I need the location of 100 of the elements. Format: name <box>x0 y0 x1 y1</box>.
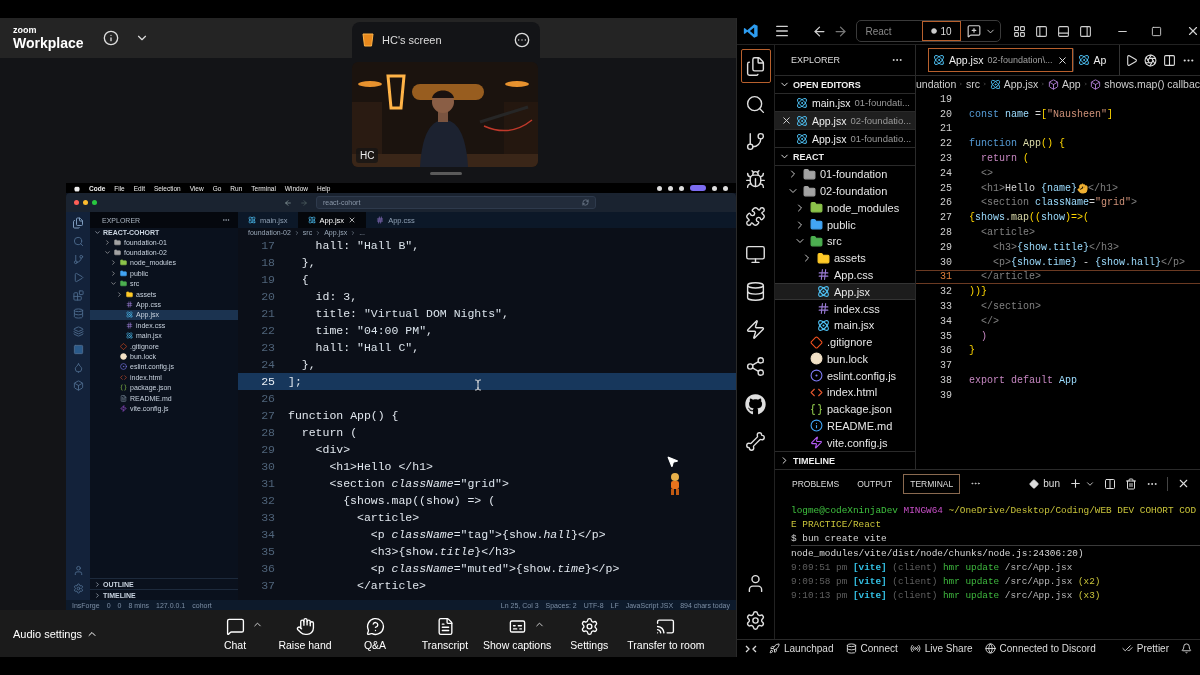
tree-item[interactable]: index.css <box>775 300 915 317</box>
code-line: return ( <box>980 153 1030 165</box>
toolbar-button[interactable]: Transfer to room <box>624 616 708 651</box>
line-number: 19 <box>939 93 952 105</box>
line-number: 25 <box>260 375 275 388</box>
section-header[interactable]: OPEN EDITORS <box>775 76 915 94</box>
code-line: }, <box>300 256 316 269</box>
breadcrumb-item[interactable]: src <box>966 78 980 90</box>
status-item[interactable]: Live Share <box>909 643 973 654</box>
status-item[interactable]: Prettier <box>1121 643 1169 654</box>
tree-item[interactable]: vite.config.js <box>775 434 915 451</box>
tree-item[interactable]: main.jsx <box>775 316 915 334</box>
toolbar-button[interactable]: Q&A <box>340 616 410 651</box>
line-number: 24 <box>939 167 952 179</box>
line-number: 35 <box>939 330 952 342</box>
code-line: <p className="tag">{show.hall}</p> <box>369 528 606 541</box>
open-editor-item[interactable]: App.jsx 01-foundatio... <box>775 130 915 148</box>
code-line: <article> <box>356 511 420 524</box>
code-line: hall: "Hall C", <box>314 341 420 354</box>
file-name: App.jsx <box>812 132 847 145</box>
toolbar-button[interactable]: Show captions <box>480 616 555 651</box>
line-number: 37 <box>260 579 275 592</box>
line-number: 30 <box>939 256 952 268</box>
tree-item[interactable]: eslint.config.js <box>775 367 915 384</box>
line-number: 17 <box>260 239 275 252</box>
file-path: 02-foundatio... <box>850 115 912 126</box>
line-number: 20 <box>260 290 275 303</box>
code-line: ) <box>980 330 987 342</box>
line-number: 28 <box>939 227 952 239</box>
tree-item[interactable]: assets <box>775 249 915 267</box>
code-line: time: "04:00 PM", <box>314 324 433 337</box>
tree-item[interactable]: .gitignore <box>775 333 915 351</box>
toolbar-button[interactable]: Raise hand <box>270 616 340 651</box>
audio-settings-button[interactable]: Audio settings <box>0 626 200 641</box>
code-line: id: 3, <box>314 290 358 303</box>
open-editor-item[interactable]: App.jsx 02-foundatio... <box>775 112 915 130</box>
tree-item[interactable]: 01-foundation <box>775 166 915 183</box>
code-line: <section className="grid"> <box>980 197 1138 209</box>
editor-tab[interactable]: Ap <box>1072 48 1112 72</box>
share-tab[interactable]: HC's screen <box>352 22 540 58</box>
status-item[interactable]: Connect <box>845 643 898 654</box>
line-number: 31 <box>260 477 275 490</box>
toolbar-button[interactable]: Transcript <box>410 616 480 651</box>
code-line: {shows.map((show) => ( <box>342 494 496 507</box>
line-number: 21 <box>260 307 275 320</box>
line-number: 21 <box>939 123 952 135</box>
tree-item[interactable]: bun.lock <box>775 350 915 368</box>
terminal-line: 9:09:58 pm [vite] (client) hmr update /src/App.jsx (x2) <box>791 575 1101 587</box>
code-line: export default App <box>969 375 1078 387</box>
toolbar-button[interactable]: Chat <box>200 616 270 651</box>
panel-title: EXPLORER <box>791 55 841 65</box>
code-line: <article> <box>980 227 1035 239</box>
tree-item[interactable]: README.md <box>775 417 915 435</box>
toolbar-button[interactable]: Settings <box>554 616 625 651</box>
editor-tab[interactable]: App.jsx 02-foundation\... <box>928 48 1073 72</box>
terminal-line: $ bun create vite <box>791 532 887 544</box>
breadcrumb-item[interactable]: undation <box>916 78 957 90</box>
code-line: <p>{show.time} - {show.hall}</p> <box>992 256 1186 268</box>
line-number: 26 <box>939 197 952 209</box>
tree-item[interactable]: App.css <box>775 266 915 284</box>
line-number: 35 <box>260 545 275 558</box>
line-number: 22 <box>260 324 275 337</box>
terminal-selector[interactable]: bun <box>1029 478 1060 489</box>
changes-badge[interactable]: 10 <box>921 21 961 41</box>
line-number: 25 <box>939 182 952 194</box>
section-header[interactable]: REACT <box>775 148 915 166</box>
breadcrumb-item[interactable]: App <box>1047 78 1081 90</box>
line-number: 33 <box>260 511 275 524</box>
code-line: </article> <box>356 579 427 592</box>
panel-tab[interactable]: TERMINAL <box>903 473 961 494</box>
code-line: <h1>Hello </h1> <box>328 460 433 473</box>
tree-item[interactable]: 02-foundation <box>775 182 915 200</box>
code-line: <p className="muted">{show.time}</p> <box>369 562 620 575</box>
search-field[interactable]: React <box>857 25 922 37</box>
tree-item[interactable]: src <box>775 233 915 250</box>
tree-item[interactable]: package.json <box>775 400 915 418</box>
breadcrumb-item[interactable]: shows.map() callbac <box>1090 78 1200 90</box>
panel-tab[interactable]: OUTPUT <box>850 473 900 494</box>
app-logo: zoom Workplace <box>12 26 85 50</box>
tree-item[interactable]: App.jsx <box>775 283 915 301</box>
terminal-line: 9:09:51 pm [vite] (client) hmr update /src/App.jsx <box>791 561 1073 573</box>
panel-tab[interactable]: PROBLEMS <box>785 473 847 494</box>
code-line: <h3>{show.title}</h3> <box>992 241 1120 253</box>
tree-item[interactable]: node_modules <box>775 199 915 217</box>
section-header[interactable]: TIMELINE <box>775 451 915 469</box>
line-number: 39 <box>939 389 952 401</box>
line-number: 26 <box>260 392 275 405</box>
line-number: 20 <box>939 108 952 120</box>
line-number: 31 <box>939 271 952 283</box>
code-line: <section className="grid"> <box>328 477 509 490</box>
tree-item[interactable]: index.html <box>775 383 915 401</box>
tree-item[interactable]: public <box>775 216 915 234</box>
line-number: 36 <box>939 345 952 357</box>
status-item[interactable]: Connected to Discord <box>984 643 1096 654</box>
breadcrumb-item[interactable]: App.jsx <box>989 78 1039 90</box>
line-number: 29 <box>939 241 952 253</box>
line-number: 38 <box>939 375 952 387</box>
line-number: 27 <box>260 409 275 422</box>
code-line: <div> <box>314 443 351 456</box>
status-item[interactable]: Launchpad <box>769 643 834 654</box>
